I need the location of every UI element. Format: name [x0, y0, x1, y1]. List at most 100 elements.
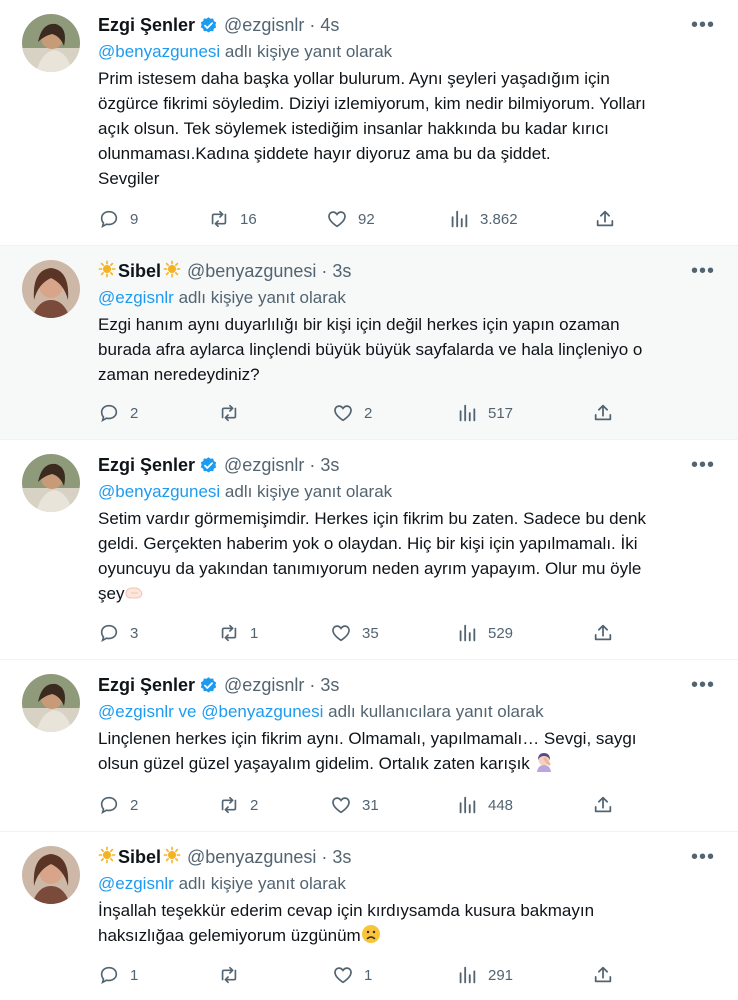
tweet-text-line: İnşallah teşekkür ederim cevap için kırd…	[98, 901, 595, 920]
timestamp[interactable]: 3s	[320, 455, 339, 476]
reply-button[interactable]: 9	[98, 206, 138, 232]
avatar[interactable]	[22, 454, 80, 512]
tweet[interactable]: Sibel @benyazgunesi · 3s ••• @ezgisnlr a…	[0, 246, 738, 440]
more-options-icon[interactable]: •••	[690, 452, 716, 478]
avatar[interactable]	[22, 260, 80, 318]
share-icon	[594, 966, 612, 983]
author-handle[interactable]: @benyazgunesi	[187, 261, 316, 282]
reply-context-text: adlı kişiye yanıt olarak	[224, 482, 393, 501]
share-button[interactable]	[592, 400, 614, 426]
retweet-button[interactable]: 2	[218, 792, 258, 818]
more-options-icon[interactable]: •••	[690, 258, 716, 284]
separator-dot: ·	[309, 454, 316, 475]
author-handle[interactable]: @ezgisnlr	[224, 455, 304, 476]
like-button[interactable]: 2	[332, 400, 372, 426]
heart-icon	[334, 967, 352, 984]
timestamp[interactable]: 3s	[332, 261, 351, 282]
separator-dot: ·	[321, 260, 328, 281]
tweet-text-line: Prim istesem daha başka yollar bulurum. …	[98, 69, 610, 88]
share-icon	[594, 404, 612, 421]
tweet-text: İnşallah teşekkür ederim cevap için kırd…	[98, 898, 718, 951]
sad-face-emoji-icon	[361, 924, 381, 951]
author-name[interactable]: Ezgi Şenler	[98, 675, 195, 696]
view-count: 529	[488, 624, 514, 642]
verified-badge-icon	[199, 16, 218, 35]
retweet-icon	[211, 210, 227, 228]
like-button[interactable]: 1	[332, 962, 372, 988]
tweet[interactable]: Ezgi Şenler @ezgisnlr · 3s ••• @ezgisnlr…	[0, 660, 738, 832]
heart-icon	[334, 405, 352, 422]
retweet-icon	[221, 966, 237, 984]
tweet-text-line: özgürce fikrimi söyledim. Diziyi izlemiy…	[98, 94, 646, 113]
author-handle[interactable]: @ezgisnlr	[224, 675, 304, 696]
like-count: 35	[362, 624, 379, 642]
avatar[interactable]	[22, 846, 80, 904]
author-name[interactable]: Ezgi Şenler	[98, 455, 195, 476]
action-bar: 2 2 517	[98, 400, 628, 426]
reply-to-link[interactable]: @benyazgunesi	[98, 482, 220, 501]
analytics-icon	[459, 404, 476, 422]
retweet-button[interactable]: 16	[208, 206, 257, 232]
like-button[interactable]: 31	[330, 792, 379, 818]
reply-context-text: adlı kişiye yanıt olarak	[178, 874, 346, 893]
tweet-text-line: haksızlığaa gelemiyorum üzgünüm	[98, 923, 718, 951]
reply-to-link[interactable]: @ezgisnlr	[98, 288, 174, 307]
reply-button[interactable]: 1	[98, 962, 138, 988]
separator-dot: ·	[321, 846, 328, 867]
author-handle[interactable]: @benyazgunesi	[187, 847, 316, 868]
share-button[interactable]	[592, 962, 614, 988]
retweet-count: 1	[250, 624, 259, 642]
reply-button[interactable]: 2	[98, 792, 138, 818]
share-button[interactable]	[592, 620, 614, 646]
tweet[interactable]: Sibel @benyazgunesi · 3s ••• @ezgisnlr a…	[0, 832, 738, 1000]
heart-icon	[328, 211, 346, 228]
views-button[interactable]: 517	[456, 400, 513, 426]
author-handle[interactable]: @ezgisnlr	[224, 15, 304, 36]
reply-to-link[interactable]: @ezgisnlr	[98, 874, 174, 893]
author-name[interactable]: Sibel	[118, 261, 161, 282]
timestamp[interactable]: 3s	[332, 847, 351, 868]
like-button[interactable]: 92	[326, 206, 375, 232]
views-button[interactable]: 291	[456, 962, 513, 988]
more-options-icon[interactable]: •••	[690, 844, 716, 870]
tweet[interactable]: Ezgi Şenler @ezgisnlr · 3s ••• @benyazgu…	[0, 440, 738, 660]
tweet-text: Prim istesem daha başka yollar bulurum. …	[98, 66, 718, 191]
retweet-button[interactable]: 1	[218, 620, 258, 646]
views-button[interactable]: 529	[456, 620, 513, 646]
reply-context: @ezgisnlr adlı kişiye yanıt olarak	[98, 874, 346, 894]
more-options-icon[interactable]: •••	[690, 672, 716, 698]
timestamp[interactable]: 3s	[320, 675, 339, 696]
reply-button[interactable]: 3	[98, 620, 138, 646]
share-button[interactable]	[592, 792, 614, 818]
views-button[interactable]: 448	[456, 792, 513, 818]
reply-to-link[interactable]: @ezgisnlr ve @benyazgunesi	[98, 702, 323, 721]
heart-icon	[332, 797, 350, 814]
avatar[interactable]	[22, 674, 80, 732]
reply-to-link[interactable]: @benyazgunesi	[98, 42, 220, 61]
reply-context-text: adlı kullanıcılara yanıt olarak	[328, 702, 544, 721]
reply-context: @ezgisnlr ve @benyazgunesi adlı kullanıc…	[98, 702, 544, 722]
sun-emoji-icon	[98, 846, 116, 869]
like-count: 92	[358, 210, 375, 228]
reply-context-text: adlı kişiye yanıt olarak	[178, 288, 346, 307]
like-button[interactable]: 35	[330, 620, 379, 646]
reply-button[interactable]: 2	[98, 400, 138, 426]
timestamp[interactable]: 4s	[320, 15, 339, 36]
tweet-text-line: açık olsun. Tek söylemek istediğim insan…	[98, 119, 609, 138]
author-name[interactable]: Ezgi Şenler	[98, 15, 195, 36]
share-button[interactable]	[594, 206, 616, 232]
action-bar: 2 2 31 448	[98, 792, 628, 818]
retweet-count: 2	[250, 796, 259, 814]
analytics-icon	[459, 624, 476, 642]
author-name[interactable]: Sibel	[118, 847, 161, 868]
view-count: 517	[488, 404, 514, 422]
like-count: 1	[364, 966, 373, 984]
retweet-button[interactable]	[218, 962, 250, 988]
action-bar: 9 16 92 3.862	[98, 206, 628, 232]
views-button[interactable]: 3.862	[448, 206, 518, 232]
avatar[interactable]	[22, 14, 80, 72]
more-options-icon[interactable]: •••	[690, 12, 716, 38]
tweet-text-line: Linçlenen herkes için fikrim aynı. Olmam…	[98, 729, 637, 748]
tweet[interactable]: Ezgi Şenler @ezgisnlr · 4s ••• @benyazgu…	[0, 0, 738, 246]
retweet-button[interactable]	[218, 400, 250, 426]
